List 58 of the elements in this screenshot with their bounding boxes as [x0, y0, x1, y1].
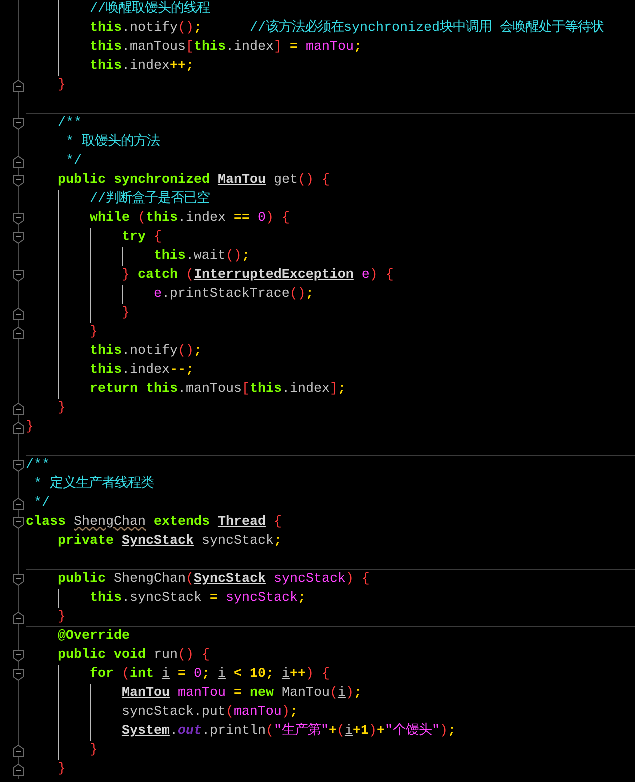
code-line: public void run() {: [56, 648, 210, 663]
code-line: }: [56, 762, 66, 777]
code-line: syncStack.put(manTou);: [26, 705, 298, 720]
code-line: }: [56, 78, 66, 93]
code-line: this.notify(); //该方法必须在synchronized块中调用 会唤醒处于等待状: [26, 21, 604, 36]
code-line: class ShengChan extends Thread {: [26, 515, 282, 530]
code-line: ManTou manTou = new ManTou(i);: [26, 686, 362, 701]
fold-icon[interactable]: [13, 402, 24, 414]
code-line: /**: [56, 116, 82, 131]
fold-icon[interactable]: [13, 764, 24, 776]
code-line: this.index++;: [26, 59, 194, 74]
code-line: * 定义生产者线程类: [32, 477, 154, 492]
code-line: for (int i = 0; i < 10; i++) {: [26, 667, 330, 682]
code-line: }: [56, 610, 66, 625]
code-line: }: [26, 743, 98, 758]
fold-icon[interactable]: [13, 118, 24, 130]
fold-icon[interactable]: [13, 650, 24, 662]
code-line: * 取馒头的方法: [64, 135, 160, 150]
fold-icon[interactable]: [13, 326, 24, 338]
fold-icon[interactable]: [13, 668, 24, 680]
code-line: System.out.println("生产第"+(i+1)+"个馒头");: [26, 724, 456, 739]
code-line: //判断盒子是否已空: [26, 192, 210, 207]
code-line: private SyncStack syncStack;: [56, 534, 282, 549]
fold-icon[interactable]: [13, 516, 24, 528]
code-line: e.printStackTrace();: [26, 287, 314, 302]
code-line: /**: [26, 458, 50, 473]
fold-icon[interactable]: [13, 270, 24, 282]
code-line: }: [26, 325, 98, 340]
code-line: this.wait();: [26, 249, 250, 264]
code-line: public ShengChan(SyncStack syncStack) {: [56, 572, 370, 587]
fold-icon[interactable]: [13, 174, 24, 186]
code-line: */: [64, 154, 82, 169]
code-line: this.manTous[this.index] = manTou;: [26, 40, 362, 55]
code-line: }: [26, 306, 130, 321]
code-line: public synchronized ManTou get() {: [56, 173, 330, 188]
fold-icon[interactable]: [13, 744, 24, 756]
code-line: } catch (InterruptedException e) {: [26, 268, 394, 283]
code-line: //唤醒取馒头的线程: [26, 2, 210, 17]
fold-icon[interactable]: [13, 308, 24, 320]
fold-icon[interactable]: [13, 612, 24, 624]
code-line: this.index--;: [26, 363, 194, 378]
code-line: return this.manTous[this.index];: [26, 382, 346, 397]
code-line: @Override: [56, 629, 130, 644]
code-line: }: [26, 420, 34, 435]
code-line: */: [32, 496, 50, 511]
fold-icon[interactable]: [13, 156, 24, 168]
code-line: this.syncStack = syncStack;: [26, 591, 306, 606]
code-line: while (this.index == 0) {: [26, 211, 290, 226]
fold-icon[interactable]: [13, 574, 24, 586]
code-line: this.notify();: [26, 344, 202, 359]
fold-icon[interactable]: [13, 212, 24, 224]
fold-icon[interactable]: [13, 422, 24, 434]
fold-icon[interactable]: [13, 460, 24, 472]
code-line: }: [56, 401, 66, 416]
fold-icon[interactable]: [13, 232, 24, 244]
code-line: try {: [26, 230, 162, 245]
fold-icon[interactable]: [13, 498, 24, 510]
fold-icon[interactable]: [13, 80, 24, 92]
